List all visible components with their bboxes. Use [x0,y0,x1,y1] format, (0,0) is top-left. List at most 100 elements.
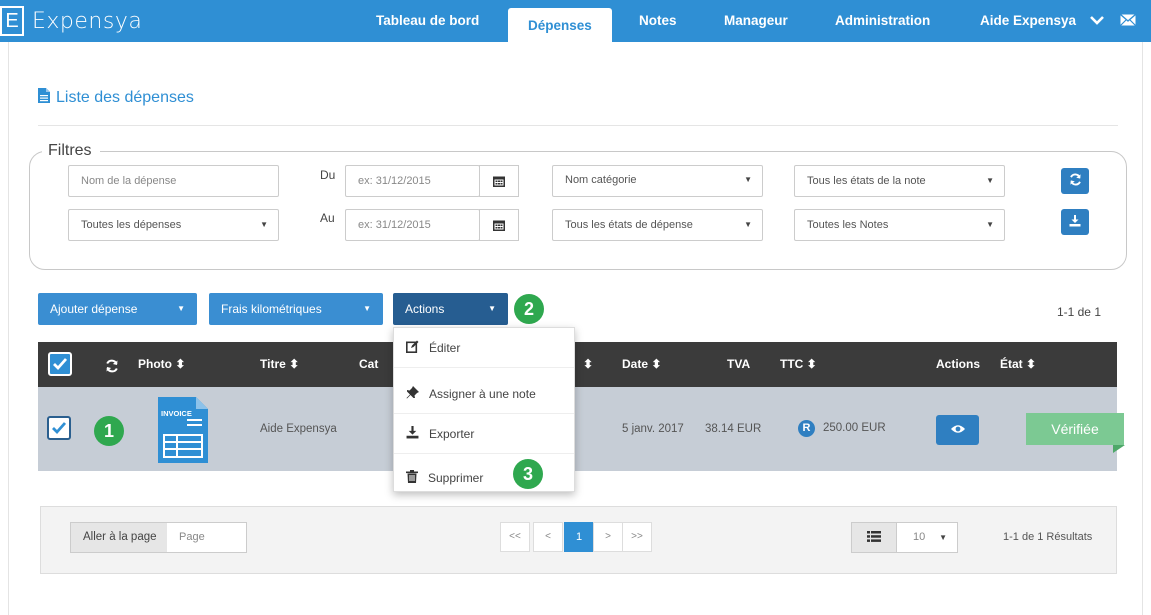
from-label: Du [320,168,336,182]
add-expense-button[interactable]: Ajouter dépense ▼ [38,293,197,325]
col-vat[interactable]: TVA [727,342,750,387]
note-state-value: Tous les états de la note [807,175,926,187]
add-expense-label: Ajouter dépense [50,302,138,316]
caret-down-icon: ▼ [744,175,752,184]
nav-dashboard[interactable]: Tableau de bord [376,0,479,42]
expense-name-input[interactable]: Nom de la dépense [68,165,279,197]
top-navbar: E Expensya Tableau de bord Dépenses Note… [0,0,1151,42]
actions-button[interactable]: Actions ▼ [393,293,508,325]
select-all-checkbox[interactable] [48,352,72,376]
caret-down-icon: ▼ [488,304,496,313]
page-next-button[interactable]: > [593,522,623,552]
menu-item-assign-label: Assigner à une note [429,386,536,401]
cell-date: 5 janv. 2017 [622,423,684,435]
col-date-label: Date [622,357,649,371]
export-filters-button[interactable] [1061,209,1089,235]
goto-page-label: Aller à la page [70,522,170,553]
calendar-icon[interactable] [479,165,519,197]
page-first-button[interactable]: << [500,522,530,552]
expense-state-value: Tous les états de dépense [565,219,693,231]
page-last-button[interactable]: >> [622,522,652,552]
download-icon [1069,214,1081,230]
nav-user-menu[interactable]: Aide Expensya [980,0,1076,42]
title-divider [38,125,1118,126]
note-state-select[interactable]: Tous les états de la note ▼ [794,165,1005,197]
col-photo[interactable]: Photo ⬍ [138,342,185,387]
results-summary: 1-1 de 1 Résultats [1003,531,1093,543]
sort-icon: ⬍ [175,357,186,371]
caret-down-icon: ▼ [177,304,185,313]
actions-dropdown-menu: Éditer Assigner à une note Exporter Supp… [393,327,575,492]
caret-down-icon: ▼ [986,220,994,229]
invoice-thumbnail[interactable]: INVOICE [156,395,210,465]
status-badge: Vérifiée [1026,413,1124,445]
col-state[interactable]: État ⬍ [1000,342,1036,387]
col-ttc[interactable]: TTC ⬍ [780,342,817,387]
col-state-label: État [1000,357,1023,371]
nav-administration[interactable]: Administration [835,0,930,42]
caret-down-icon: ▼ [744,220,752,229]
callout-badge-1: 1 [94,416,124,446]
page-title-text: Liste des dépenses [56,89,194,106]
receipt-badge: R [798,420,815,437]
refresh-icon[interactable] [105,343,119,388]
goto-page-input[interactable]: Page [167,522,247,553]
invoice-label: INVOICE [161,409,192,418]
col-category[interactable]: Cat [359,342,378,387]
view-expense-button[interactable] [936,415,979,445]
nav-expenses[interactable]: Dépenses [508,8,612,42]
col-ttc-label: TTC [780,357,804,371]
page-current-button[interactable]: 1 [564,522,594,552]
download-icon [406,425,419,442]
col-title[interactable]: Titre ⬍ [260,342,299,387]
nav-notes[interactable]: Notes [639,0,677,42]
table-row[interactable]: 1 INVOICE Aide Expensya 5 janv. 2017 38.… [38,387,1125,471]
category-value: Nom catégorie [565,174,637,186]
cell-ttc: 250.00 EUR [823,422,886,434]
document-icon [38,88,50,108]
per-page-select[interactable]: 10 ▼ [896,522,958,553]
expense-type-select[interactable]: Toutes les dépenses ▼ [68,209,279,241]
sort-icon[interactable]: ⬍ [583,342,593,387]
sort-icon: ⬍ [289,357,300,371]
status-ribbon-fold [1113,445,1125,453]
pin-icon [406,385,419,402]
app-logo[interactable]: E Expensya [0,4,142,38]
date-from-input[interactable]: ex: 31/12/2015 [345,165,480,197]
menu-item-edit-label: Éditer [429,340,461,355]
menu-item-edit[interactable]: Éditer [394,328,574,368]
col-title-label: Titre [260,357,286,371]
results-count: 1-1 de 1 [1056,305,1101,319]
to-label: Au [320,211,335,225]
cell-title: Aide Expensya [260,423,337,435]
expense-state-select[interactable]: Tous les états de dépense ▼ [552,209,763,241]
actions-label: Actions [405,302,445,316]
mileage-button[interactable]: Frais kilométriques ▼ [209,293,383,325]
col-actions: Actions [936,357,981,371]
list-view-button[interactable] [851,522,897,553]
chevron-down-icon[interactable] [1090,14,1104,28]
col-photo-label: Photo [138,357,172,371]
notes-select[interactable]: Toutes les Notes ▼ [794,209,1005,241]
col-date[interactable]: Date ⬍ [622,342,661,387]
eye-icon [950,423,966,437]
calendar-icon[interactable] [479,209,519,241]
menu-item-assign[interactable]: Assigner à une note [394,374,574,414]
table-header: Photo ⬍ Titre ⬍ Cat ⬍ Date ⬍ TVA TTC ⬍ A… [38,342,1117,387]
caret-down-icon: ▼ [939,533,947,542]
page-prev-button[interactable]: < [533,522,563,552]
category-select[interactable]: Nom catégorie ▼ [552,165,763,197]
refresh-filters-button[interactable] [1061,168,1089,194]
nav-manager[interactable]: Manageur [724,0,788,42]
col-category-label: Cat [359,357,379,371]
menu-item-delete[interactable]: Supprimer [394,458,574,498]
sort-icon: ⬍ [651,357,662,371]
cell-vat: 38.14 EUR [705,423,762,435]
menu-item-export[interactable]: Exporter [394,414,574,454]
row-checkbox[interactable] [47,416,71,440]
envelope-icon[interactable] [1120,13,1136,29]
filters-legend: Filtres [42,142,100,160]
date-to-input[interactable]: ex: 31/12/2015 [345,209,480,241]
caret-down-icon: ▼ [363,304,371,313]
caret-down-icon: ▼ [260,220,268,229]
